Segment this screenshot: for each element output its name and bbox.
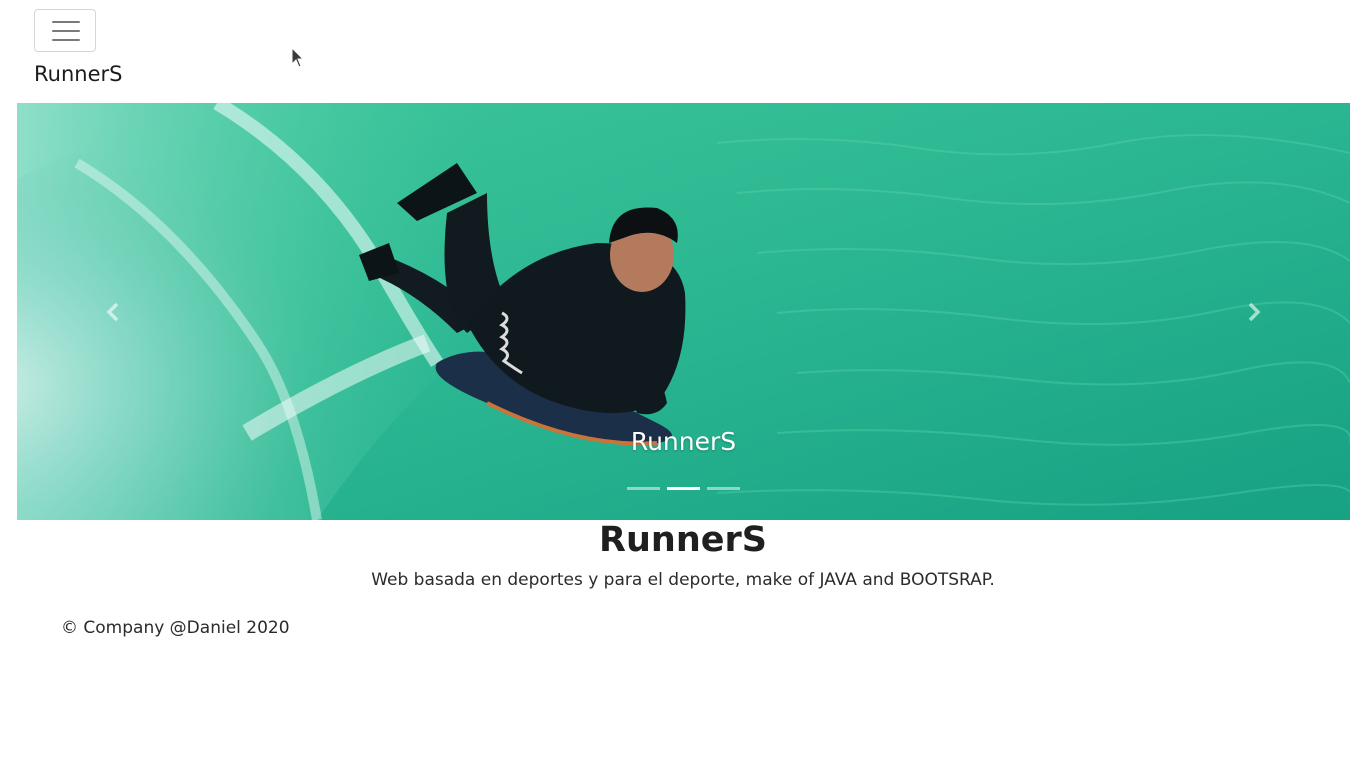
carousel-prev-button[interactable] [17, 103, 207, 520]
carousel-indicator-3[interactable] [707, 487, 740, 490]
hamburger-menu-icon [52, 21, 80, 42]
mouse-cursor-icon [291, 47, 305, 68]
carousel-indicators [627, 487, 747, 493]
navbar-brand[interactable]: RunnerS [34, 60, 122, 88]
navbar: RunnerS [0, 0, 1366, 103]
chevron-right-icon [1248, 302, 1261, 322]
carousel-indicator-2[interactable] [667, 487, 700, 490]
carousel-slide-image [17, 103, 1350, 520]
hero-title: RunnerS [599, 520, 767, 560]
chevron-left-icon [106, 302, 119, 322]
image-carousel: RunnerS [17, 103, 1350, 520]
carousel-indicator-1[interactable] [627, 487, 660, 490]
hero-description: Web basada en deportes y para el deporte… [371, 570, 995, 590]
carousel-caption: RunnerS [630, 427, 737, 456]
footer-copyright: © Company @Daniel 2020 [61, 618, 290, 638]
navbar-toggler-button[interactable] [34, 9, 96, 52]
carousel-next-button[interactable] [1160, 103, 1350, 520]
